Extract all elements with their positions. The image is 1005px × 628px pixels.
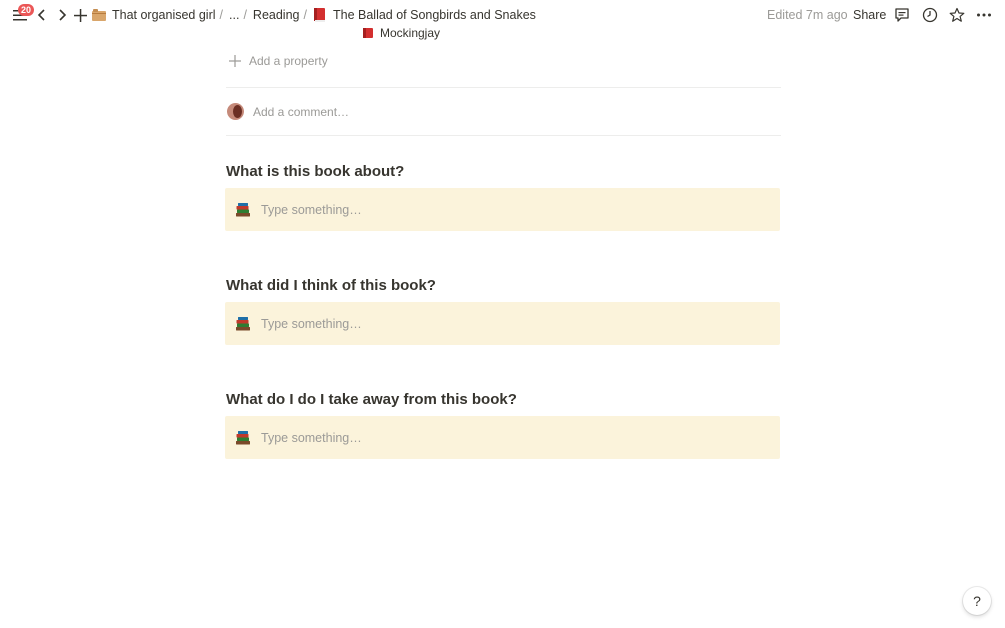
forward-button[interactable]	[55, 7, 69, 23]
comment-input[interactable]: Add a comment…	[253, 105, 349, 119]
books-emoji-icon	[236, 316, 250, 330]
callout-input[interactable]: Type something…	[261, 317, 362, 331]
back-button[interactable]	[35, 7, 49, 23]
divider	[226, 135, 781, 136]
breadcrumb-separator: /	[243, 8, 247, 22]
property-value-label: Mockingjay	[380, 26, 441, 40]
add-property-button[interactable]: Add a property	[229, 54, 328, 68]
share-button[interactable]: Share	[853, 8, 886, 22]
red-book-emoji-icon	[363, 27, 373, 38]
property-value-relation[interactable]: Mockingjay	[362, 26, 440, 40]
help-button[interactable]: ?	[963, 587, 991, 615]
books-emoji-icon	[236, 430, 250, 444]
divider	[226, 87, 781, 88]
breadcrumb-label: ...	[229, 8, 240, 22]
breadcrumb-separator: /	[219, 8, 224, 22]
section-heading: What do I do I take away from this book?	[226, 391, 517, 408]
avatar	[227, 103, 244, 120]
breadcrumb-label: Reading	[252, 8, 300, 22]
callout-block[interactable]: Type something…	[225, 416, 780, 459]
breadcrumb-label: The Ballad of Songbirds and Snakes	[332, 8, 536, 22]
plus-icon	[73, 8, 87, 22]
section-heading: What is this book about?	[226, 163, 405, 180]
chevron-right-icon	[59, 9, 67, 21]
callout-input[interactable]: Type something…	[261, 203, 362, 217]
callout-input[interactable]: Type something…	[261, 431, 362, 445]
comment-input-row[interactable]: Add a comment…	[227, 103, 349, 120]
red-book-emoji-icon	[313, 8, 325, 22]
top-bar: 20 That organised girl / ... / Reading /…	[0, 0, 1005, 30]
more-horizontal-icon	[977, 13, 991, 17]
callout-block[interactable]: Type something…	[225, 302, 780, 345]
plus-icon	[229, 55, 241, 67]
edited-timestamp: Edited 7m ago	[767, 8, 848, 22]
comment-icon	[895, 8, 909, 22]
favorite-button[interactable]	[948, 6, 966, 24]
add-property-label: Add a property	[249, 54, 328, 68]
updates-button[interactable]	[921, 6, 939, 24]
more-options-button[interactable]	[975, 6, 993, 24]
breadcrumb-item-reading[interactable]: Reading	[253, 8, 300, 22]
breadcrumb-item-current-page[interactable]: The Ballad of Songbirds and Snakes	[313, 8, 536, 22]
breadcrumb-item-that-organised-girl[interactable]: That organised girl	[92, 8, 216, 22]
books-emoji-icon	[236, 202, 250, 216]
breadcrumb-item-ellipsis[interactable]: ...	[229, 8, 239, 22]
star-icon	[949, 7, 965, 22]
breadcrumb-label: That organised girl	[112, 8, 216, 22]
chevron-left-icon	[37, 9, 45, 21]
breadcrumb-separator: /	[303, 8, 307, 22]
comments-button[interactable]	[893, 6, 911, 24]
notification-badge: 20	[18, 4, 35, 16]
breadcrumb: That organised girl / ... / Reading / Th…	[92, 6, 536, 24]
help-label: ?	[973, 593, 981, 609]
new-page-button[interactable]	[73, 7, 87, 23]
folder-emoji-icon	[92, 9, 106, 21]
clock-icon	[922, 7, 938, 23]
callout-block[interactable]: Type something…	[225, 188, 780, 231]
section-heading: What did I think of this book?	[226, 277, 436, 294]
